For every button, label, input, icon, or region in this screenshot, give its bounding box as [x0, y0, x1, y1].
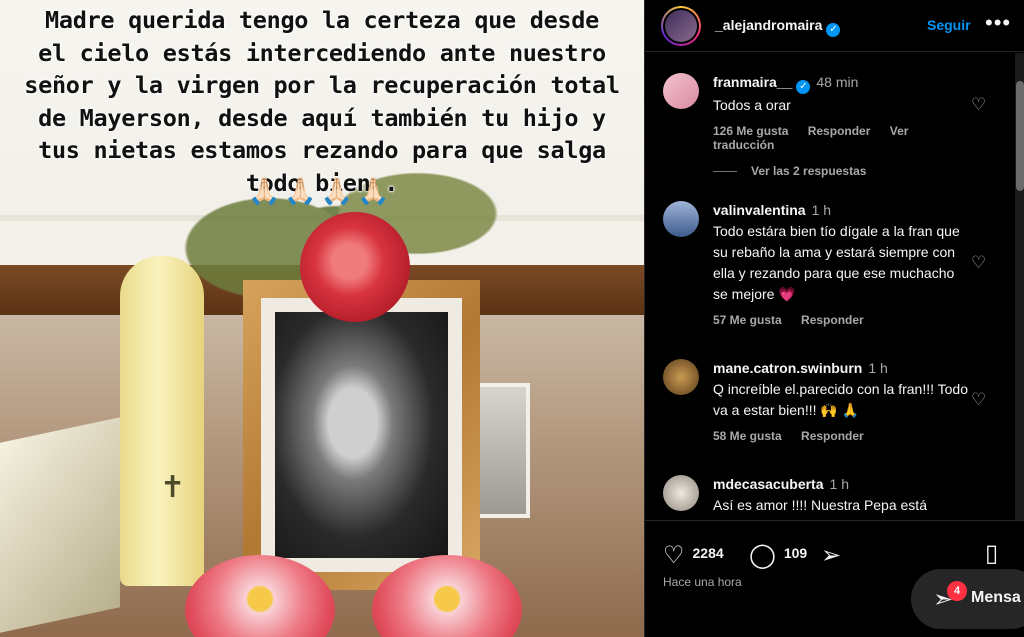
like-count: 2284 — [692, 545, 724, 561]
comment-username[interactable]: mane.catron.swinburn — [713, 360, 862, 376]
comment-time: 1 h — [811, 202, 832, 218]
comment-username[interactable]: mdecasacuberta — [713, 476, 824, 492]
flower-card — [0, 417, 120, 633]
comments-list[interactable]: franmaira__ ✓ 48 min Todos a orar 126 Me g… — [645, 53, 1015, 520]
caption-line: tus nietas estamos rezando para que salg… — [38, 136, 606, 164]
comment-time: 1 h — [868, 360, 888, 376]
caption-line: el cielo estás intercediendo ante nuestr… — [38, 38, 606, 67]
heart-icon[interactable]: ♡ — [663, 542, 685, 569]
comments-panel: _alejandromaira ✓ Seguir ••• franmaira__ ✓… — [644, 0, 1024, 637]
commenter-avatar[interactable] — [663, 201, 699, 237]
share-button[interactable]: ➢ — [821, 541, 849, 570]
commenter-avatar[interactable] — [663, 359, 699, 395]
reply-button[interactable]: Responder — [801, 429, 864, 443]
comment-time: 48 min — [816, 74, 859, 90]
praying-hands-icon: 🙏🏻🙏🏻🙏🏻🙏🏻 — [248, 176, 394, 206]
bookmark-icon[interactable]: ▯ — [985, 539, 998, 568]
comment-likes[interactable]: 58 Me gusta — [713, 429, 782, 443]
reply-button[interactable]: Responder — [801, 313, 864, 327]
comment-like-heart-icon[interactable]: ♡ — [971, 253, 986, 273]
share-icon[interactable]: ➢ — [821, 542, 841, 569]
author-username[interactable]: _alejandromaira ✓ — [715, 17, 841, 37]
red-rose — [300, 212, 410, 322]
follow-button[interactable]: Seguir — [927, 17, 971, 33]
author-avatar[interactable] — [661, 6, 701, 46]
post-header: _alejandromaira ✓ Seguir ••• — [645, 0, 1024, 52]
caption-line: señor y la virgen por la recuperación to… — [24, 71, 620, 99]
commenter-avatar[interactable] — [663, 475, 699, 511]
more-options-icon[interactable]: ••• — [985, 10, 1011, 36]
like-button[interactable]: ♡ 2284 — [663, 541, 724, 570]
comment-like-heart-icon[interactable]: ♡ — [971, 390, 986, 410]
candle-cross-icon: ✝ — [160, 471, 186, 504]
comment-time: 1 h — [829, 476, 849, 492]
comment-button[interactable]: ◯ 109 — [749, 541, 807, 570]
side-photo — [475, 383, 530, 518]
comment-count: 109 — [783, 545, 808, 561]
post-timestamp: Hace una hora — [663, 575, 742, 589]
comments-scrollbar[interactable] — [1015, 53, 1024, 520]
caption-line: Madre querida tengo la certeza que desde — [45, 6, 599, 34]
caption-line: de Mayerson, desde aquí también tu hijo … — [38, 103, 606, 132]
verified-badge-icon: ✓ — [826, 23, 841, 37]
messages-button[interactable]: ➣ 4 Mensa — [911, 569, 1024, 629]
portrait-photo — [275, 312, 448, 558]
comment-text: Q increíble el.parecido con la fran!!! T… — [713, 381, 969, 418]
comment-likes[interactable]: 57 Me gusta — [713, 313, 782, 327]
messages-label: Mensa — [971, 589, 1021, 606]
picture-frame — [243, 280, 480, 590]
post-media[interactable]: ✝ Madre querida tengo la certeza que des… — [0, 0, 644, 637]
reply-button[interactable]: Responder — [808, 124, 871, 138]
comment-icon[interactable]: ◯ — [749, 542, 776, 569]
verified-badge-icon: ✓ — [796, 80, 811, 94]
view-replies-button[interactable]: Ver las 2 respuestas — [713, 164, 866, 178]
comment-text: Todos a orar — [713, 97, 791, 113]
candle — [120, 256, 204, 586]
messages-badge: 4 — [947, 581, 967, 601]
comment-username[interactable]: valinvalentina — [713, 202, 806, 218]
comment-likes[interactable]: 126 Me gusta — [713, 124, 788, 138]
commenter-avatar[interactable] — [663, 73, 699, 109]
comment-username[interactable]: franmaira__ — [713, 74, 792, 90]
comment-text: Todo estára bien tío dígale a la fran qu… — [713, 223, 960, 302]
post-actions: ♡ 2284 ◯ 109 ➢ ▯ Hace una hora ➣ 4 Mensa — [645, 520, 1024, 637]
comment-like-heart-icon[interactable]: ♡ — [971, 95, 986, 115]
scrollbar-thumb[interactable] — [1016, 81, 1024, 191]
comment-text: Así es amor !!!! Nuestra Pepa está — [713, 497, 927, 513]
story-caption: Madre querida tengo la certeza que desde… — [20, 4, 624, 199]
